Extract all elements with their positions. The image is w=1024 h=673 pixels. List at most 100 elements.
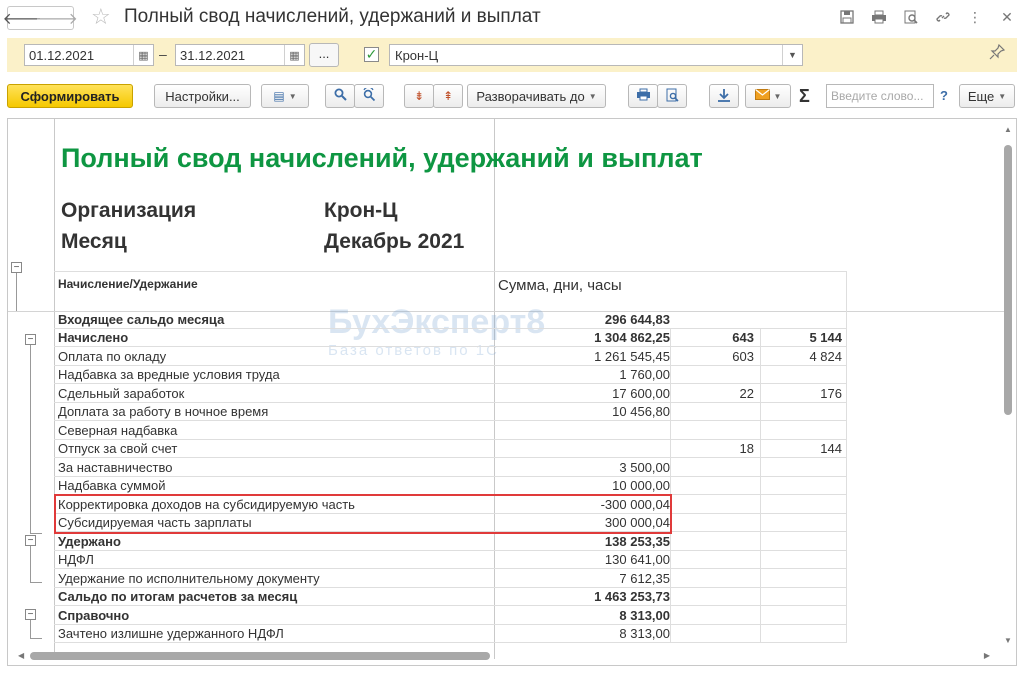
- table-row[interactable]: Начислено 1 304 862,25 643 5 144: [54, 329, 846, 347]
- row-name: Начислено: [58, 330, 129, 345]
- column-header-item: Начисление/Удержание: [58, 277, 198, 291]
- find-next-button[interactable]: [354, 84, 384, 108]
- arrow-right-icon: 🡒: [35, 10, 78, 28]
- date-from-value: 01.12.2021: [29, 47, 95, 63]
- filter-bar: 01.12.2021 ▦ – 31.12.2021 ▦ ... ✓ Крон-Ц…: [7, 38, 1017, 72]
- row-sum: 10 456,80: [612, 404, 670, 419]
- organization-select[interactable]: Крон-Ц ▼: [389, 44, 803, 66]
- expand-to-dropdown[interactable]: Разворачивать до ▼: [467, 84, 606, 108]
- tree-line: [30, 582, 42, 583]
- scroll-up-icon[interactable]: ▲: [1004, 125, 1012, 134]
- more-button[interactable]: Еще ▼: [959, 84, 1015, 108]
- calendar-icon[interactable]: ▦: [133, 45, 153, 65]
- table-row[interactable]: Отпуск за свой счет 18 144: [54, 440, 846, 458]
- horizontal-scroll-thumb[interactable]: [30, 652, 490, 660]
- row-days: 18: [739, 441, 754, 456]
- print-preview-button[interactable]: [657, 84, 687, 108]
- org-value: Крон-Ц: [324, 199, 398, 222]
- expand-to-label: Разворачивать до: [476, 88, 585, 104]
- date-to-value: 31.12.2021: [180, 47, 246, 63]
- group-collapse-toggle[interactable]: −: [25, 609, 36, 620]
- table-row[interactable]: Надбавка за вредные условия труда 1 760,…: [54, 366, 846, 384]
- report-title: Полный свод начислений, удержаний и выпл…: [61, 143, 703, 173]
- row-sum: 1 304 862,25: [594, 330, 670, 345]
- row-name: Оплата по окладу: [58, 349, 167, 364]
- organization-checkbox[interactable]: ✓: [364, 47, 379, 62]
- date-to-field[interactable]: 31.12.2021 ▦: [175, 44, 305, 66]
- row-sum: 1 463 253,73: [594, 589, 670, 604]
- calendar-icon[interactable]: ▦: [284, 45, 304, 65]
- row-name: Справочно: [58, 608, 130, 623]
- collapse-groups-button[interactable]: ⇟: [404, 84, 434, 108]
- horizontal-scrollbar[interactable]: ◀ ▶: [18, 650, 990, 662]
- link-icon[interactable]: [934, 8, 952, 26]
- scroll-down-icon[interactable]: ▼: [1004, 636, 1012, 645]
- table-row[interactable]: За наставничество 3 500,00: [54, 459, 846, 477]
- table-row[interactable]: Надбавка суммой 10 000,00: [54, 477, 846, 495]
- row-name: Удержание по исполнительному документу: [58, 571, 320, 586]
- download-button[interactable]: [709, 84, 739, 108]
- date-from-field[interactable]: 01.12.2021 ▦: [24, 44, 154, 66]
- favorite-star-icon[interactable]: ☆: [91, 4, 111, 30]
- toolbar: Сформировать Настройки... ▤ ▼ ⇟ ⇞ Развора…: [0, 80, 1024, 110]
- table-right-line: [846, 271, 847, 643]
- group-collapse-toggle[interactable]: −: [11, 262, 22, 273]
- table-row[interactable]: НДФЛ 130 641,00: [54, 551, 846, 569]
- chevron-down-icon: ▼: [288, 91, 297, 101]
- table-row[interactable]: Зачтено излишне удержанного НДФЛ 8 313,0…: [54, 625, 846, 643]
- row-days: 22: [739, 386, 754, 401]
- table-row[interactable]: Оплата по окладу 1 261 545,45 603 4 824: [54, 348, 846, 366]
- table-row[interactable]: Удержание по исполнительному документу 7…: [54, 570, 846, 588]
- search-input[interactable]: Введите слово...: [826, 84, 934, 108]
- table-row[interactable]: Доплата за работу в ночное время 10 456,…: [54, 403, 846, 421]
- tree-line: [16, 273, 17, 311]
- print-icon: [636, 88, 651, 104]
- row-sum: 130 641,00: [604, 552, 670, 567]
- table-row[interactable]: Справочно 8 313,00: [54, 607, 846, 625]
- row-name: Входящее сальдо месяца: [58, 312, 225, 327]
- group-expand-icon: ⇞: [442, 89, 454, 103]
- chevron-down-icon[interactable]: ▼: [782, 45, 802, 65]
- send-email-button[interactable]: ▼: [745, 84, 791, 108]
- find-button[interactable]: [325, 84, 355, 108]
- sum-icon[interactable]: Σ: [799, 86, 810, 107]
- variants-button[interactable]: ▤ ▼: [261, 84, 309, 108]
- row-days: 643: [732, 330, 754, 345]
- download-icon: [717, 88, 731, 105]
- help-button[interactable]: ?: [940, 88, 948, 103]
- save-icon[interactable]: [838, 8, 856, 26]
- table-row[interactable]: Северная надбавка: [54, 422, 846, 440]
- vertical-scrollbar[interactable]: ▲ ▼: [1002, 121, 1014, 647]
- period-select-button[interactable]: ...: [309, 43, 339, 67]
- row-sum: 296 644,83: [604, 312, 670, 327]
- generate-button[interactable]: Сформировать: [7, 84, 133, 108]
- scroll-right-icon[interactable]: ▶: [984, 651, 990, 660]
- vertical-scroll-thumb[interactable]: [1004, 145, 1012, 415]
- table-row[interactable]: Сальдо по итогам расчетов за месяц 1 463…: [54, 588, 846, 606]
- forward-button[interactable]: 🡒: [35, 6, 78, 30]
- table-row[interactable]: Входящее сальдо месяца 296 644,83: [54, 311, 846, 329]
- group-collapse-toggle[interactable]: −: [25, 535, 36, 546]
- row-name: Зачтено излишне удержанного НДФЛ: [58, 626, 284, 641]
- print-button[interactable]: [628, 84, 658, 108]
- chevron-down-icon: ▼: [998, 91, 1007, 101]
- row-name: Надбавка за вредные условия труда: [58, 367, 280, 382]
- group-collapse-toggle[interactable]: −: [25, 334, 36, 345]
- table-row[interactable]: Удержано 138 253,35: [54, 533, 846, 551]
- report-area[interactable]: Полный свод начислений, удержаний и выпл…: [7, 118, 1017, 666]
- settings-button[interactable]: Настройки...: [154, 84, 251, 108]
- tree-line: [30, 533, 42, 534]
- print-icon[interactable]: [870, 8, 888, 26]
- table-row[interactable]: Сдельный заработок 17 600,00 22 176: [54, 385, 846, 403]
- month-label: Месяц: [61, 230, 127, 253]
- scroll-left-icon[interactable]: ◀: [18, 651, 24, 660]
- expand-groups-button[interactable]: ⇞: [433, 84, 463, 108]
- envelope-icon: [754, 89, 770, 103]
- row-name: Удержано: [58, 534, 121, 549]
- preview-icon[interactable]: [902, 8, 920, 26]
- more-vertical-icon[interactable]: ⋮: [966, 8, 984, 26]
- tree-line: [30, 546, 31, 582]
- pin-icon[interactable]: [989, 43, 1006, 65]
- row-name: Сальдо по итогам расчетов за месяц: [58, 589, 298, 604]
- close-icon[interactable]: ✕: [998, 8, 1016, 26]
